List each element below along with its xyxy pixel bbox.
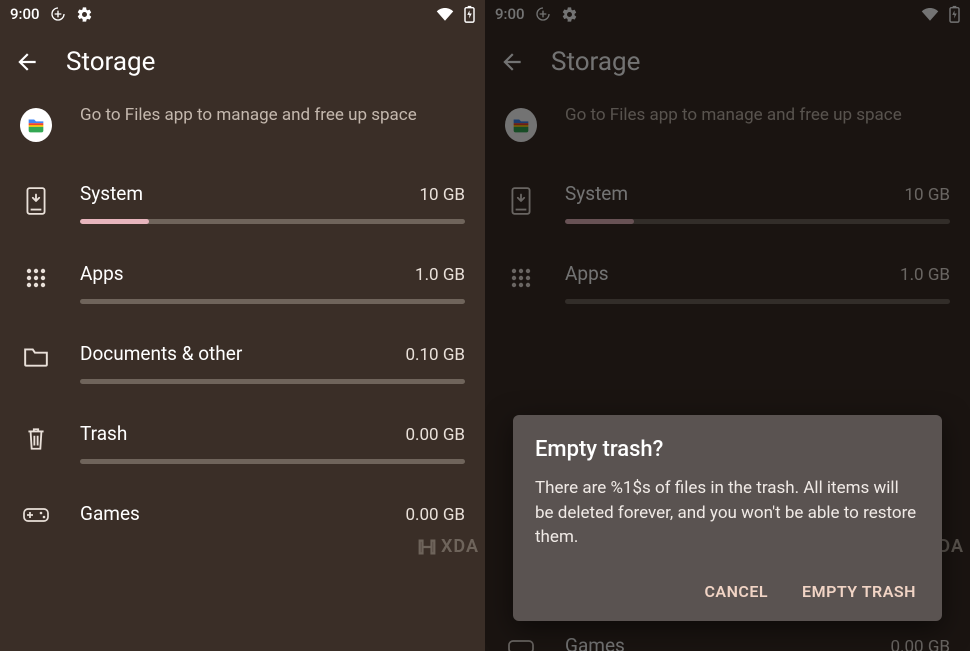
category-size: 0.00 GB — [405, 425, 465, 445]
apps-icon — [509, 266, 533, 290]
apps-icon — [24, 266, 48, 290]
back-button[interactable] — [14, 49, 40, 75]
category-apps[interactable]: Apps 1.0 GB — [0, 242, 485, 322]
category-system[interactable]: System 10 GB — [485, 162, 970, 242]
category-size: 0.00 GB — [405, 505, 465, 525]
category-label: Trash — [80, 422, 127, 445]
app-bar: Storage — [485, 28, 970, 96]
progress-bar — [565, 299, 950, 304]
category-size: 10 GB — [420, 185, 466, 205]
settings-icon — [561, 6, 578, 23]
trash-icon — [25, 426, 47, 452]
category-documents[interactable]: Documents & other 0.10 GB — [0, 322, 485, 402]
status-bar: 9:00 — [485, 0, 970, 28]
page-title: Storage — [551, 47, 640, 77]
category-label: System — [565, 182, 628, 205]
data-saver-icon — [535, 6, 551, 22]
category-size: 10 GB — [905, 185, 951, 205]
data-saver-icon — [50, 6, 66, 22]
category-games[interactable]: Games 0.00 GB — [0, 482, 485, 525]
category-size: 1.0 GB — [900, 265, 950, 285]
battery-icon — [949, 5, 960, 23]
empty-trash-button[interactable]: EMPTY TRASH — [798, 574, 920, 609]
progress-bar — [80, 459, 465, 464]
progress-bar — [80, 299, 465, 304]
back-button[interactable] — [499, 49, 525, 75]
status-time: 9:00 — [10, 5, 40, 23]
files-tip-text: Go to Files app to manage and free up sp… — [565, 104, 950, 127]
games-icon — [507, 638, 535, 651]
screenshot-left: 9:00 Storage G — [0, 0, 485, 651]
category-apps[interactable]: Apps 1.0 GB — [485, 242, 970, 322]
progress-bar — [80, 219, 465, 224]
empty-trash-dialog: Empty trash? There are %1$s of files in … — [513, 415, 942, 621]
progress-fill — [565, 219, 634, 224]
wifi-icon — [921, 7, 939, 21]
category-system[interactable]: System 10 GB — [0, 162, 485, 242]
status-bar: 9:00 — [0, 0, 485, 28]
category-label: Apps — [565, 262, 609, 285]
category-size: 1.0 GB — [415, 265, 465, 285]
system-icon — [509, 186, 533, 216]
folder-icon — [23, 346, 49, 368]
files-app-icon — [505, 108, 537, 142]
files-app-tip[interactable]: Go to Files app to manage and free up sp… — [485, 96, 970, 162]
category-size: 0.10 GB — [405, 345, 465, 365]
category-label: Apps — [80, 262, 124, 285]
games-icon — [22, 506, 50, 524]
watermark: XDA — [417, 536, 479, 557]
cancel-button[interactable]: CANCEL — [700, 574, 772, 609]
files-app-icon — [20, 108, 52, 142]
settings-icon — [76, 6, 93, 23]
progress-bar — [565, 219, 950, 224]
app-bar: Storage — [0, 28, 485, 96]
status-time: 9:00 — [495, 5, 525, 23]
category-label: System — [80, 182, 143, 205]
dialog-body: There are %1$s of files in the trash. Al… — [535, 476, 920, 550]
category-size: 0.00 GB — [890, 637, 950, 651]
progress-fill — [80, 219, 149, 224]
files-app-tip[interactable]: Go to Files app to manage and free up sp… — [0, 96, 485, 162]
category-label: Games — [565, 634, 625, 651]
dialog-title: Empty trash? — [535, 437, 920, 462]
battery-icon — [464, 5, 475, 23]
category-trash[interactable]: Trash 0.00 GB — [0, 402, 485, 482]
category-label: Games — [80, 502, 140, 525]
screenshot-right: 9:00 Storage G — [485, 0, 970, 651]
files-tip-text: Go to Files app to manage and free up sp… — [80, 104, 465, 127]
category-label: Documents & other — [80, 342, 242, 365]
progress-bar — [80, 379, 465, 384]
wifi-icon — [436, 7, 454, 21]
system-icon — [24, 186, 48, 216]
page-title: Storage — [66, 47, 155, 77]
